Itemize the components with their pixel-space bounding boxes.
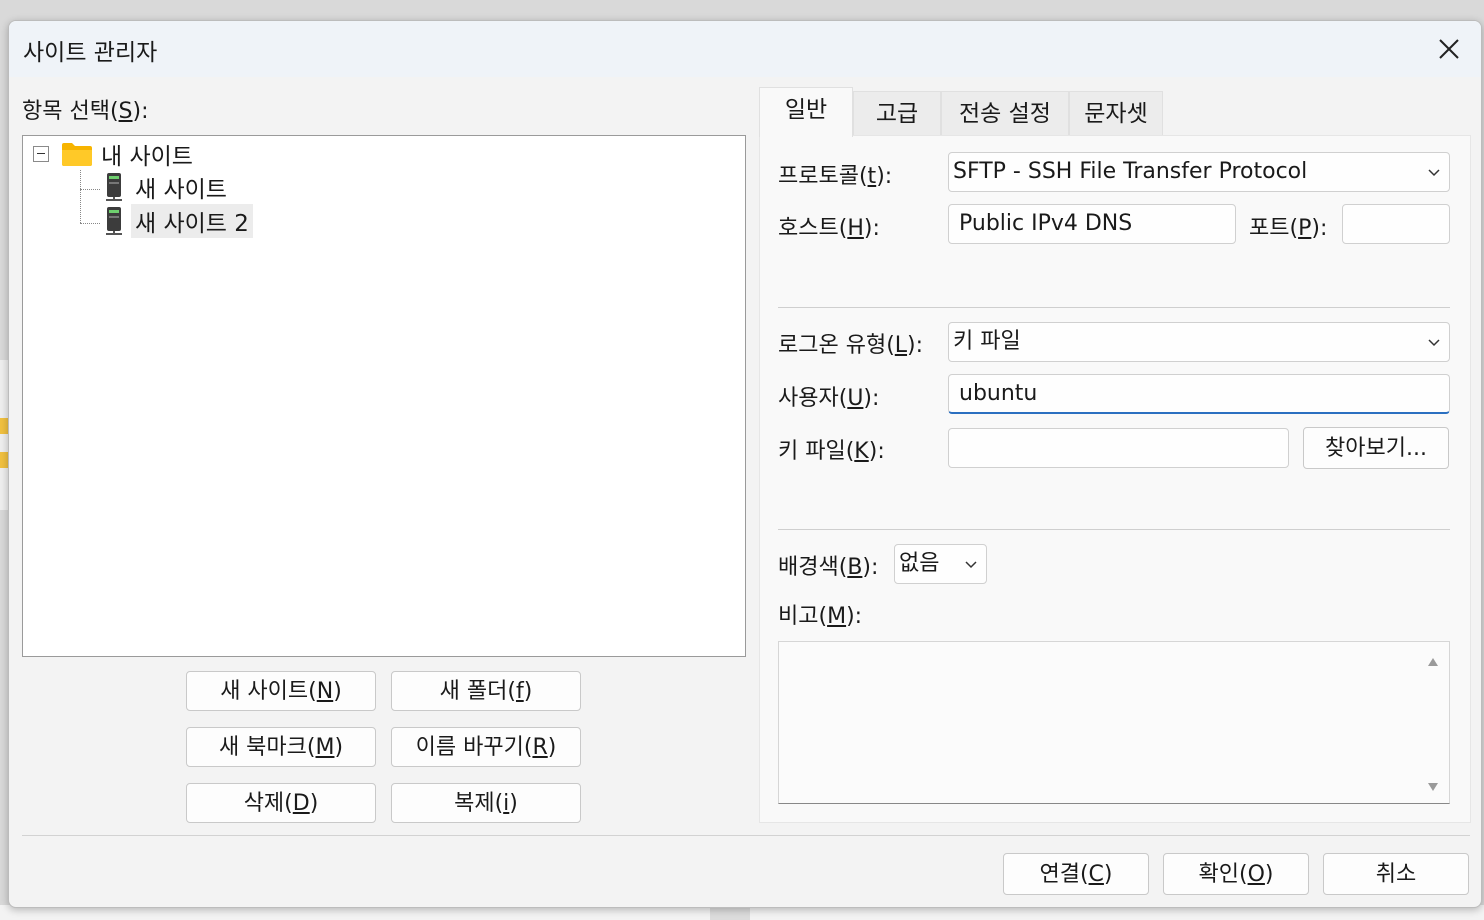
tree-item-label: 새 사이트 bbox=[135, 177, 227, 203]
new-bookmark-button[interactable]: 새 북마크(M) bbox=[186, 727, 376, 767]
scroll-up-icon[interactable] bbox=[1427, 656, 1439, 668]
host-input[interactable]: Public IPv4 DNS bbox=[948, 204, 1236, 244]
new-folder-button[interactable]: 새 폴더(f) bbox=[391, 671, 581, 711]
protocol-label: 프로토콜(t): bbox=[778, 164, 893, 189]
tree-root-label: 내 사이트 bbox=[101, 144, 193, 170]
dialog-title: 사이트 관리자 bbox=[23, 40, 158, 66]
tab-general[interactable]: 일반 bbox=[759, 87, 853, 137]
tree-line bbox=[80, 170, 81, 223]
protocol-value: SFTP - SSH File Transfer Protocol bbox=[953, 159, 1308, 184]
key-file-label: 키 파일(K): bbox=[778, 439, 885, 464]
background-folder-icon bbox=[0, 452, 8, 468]
tree-line bbox=[80, 189, 100, 190]
user-input[interactable]: ubuntu bbox=[948, 374, 1450, 414]
close-icon bbox=[1439, 39, 1459, 59]
tree-line bbox=[80, 223, 100, 224]
server-icon bbox=[106, 207, 122, 235]
tree-item-label: 새 사이트 2 bbox=[131, 204, 253, 238]
logon-type-label: 로그온 유형(L): bbox=[778, 333, 924, 358]
logon-type-value: 키 파일 bbox=[953, 329, 1021, 354]
separator bbox=[778, 307, 1450, 308]
duplicate-button[interactable]: 복제(i) bbox=[391, 783, 581, 823]
tree-item-site[interactable]: 새 사이트 bbox=[103, 171, 227, 203]
rename-button[interactable]: 이름 바꾸기(R) bbox=[391, 727, 581, 767]
collapse-toggle[interactable] bbox=[33, 146, 49, 162]
tree-root-folder[interactable]: 내 사이트 bbox=[61, 138, 193, 170]
connect-button[interactable]: 연결(C) bbox=[1003, 853, 1149, 895]
cancel-button[interactable]: 취소 bbox=[1323, 853, 1469, 895]
user-label: 사용자(U): bbox=[778, 386, 880, 411]
new-site-button[interactable]: 새 사이트(N) bbox=[186, 671, 376, 711]
chevron-down-icon bbox=[1428, 169, 1440, 177]
chevron-down-icon bbox=[965, 561, 977, 569]
host-label: 호스트(H): bbox=[778, 216, 880, 241]
chevron-down-icon bbox=[1428, 339, 1440, 347]
bg-color-value: 없음 bbox=[899, 551, 940, 576]
key-file-input[interactable] bbox=[948, 428, 1289, 468]
footer-separator bbox=[22, 835, 1470, 836]
comments-label: 비고(M): bbox=[778, 604, 863, 629]
bg-color-select[interactable]: 없음 bbox=[894, 544, 987, 584]
background-folder-icon bbox=[0, 418, 8, 434]
ok-button[interactable]: 확인(O) bbox=[1163, 853, 1309, 895]
server-icon bbox=[106, 173, 122, 201]
folder-icon bbox=[62, 143, 92, 166]
tree-label: 항목 선택(S): bbox=[22, 99, 149, 124]
tab-charset[interactable]: 문자셋 bbox=[1069, 91, 1163, 135]
site-tree[interactable]: 내 사이트 새 사이트 새 사이트 2 bbox=[22, 135, 746, 657]
port-label: 포트(P): bbox=[1249, 216, 1328, 241]
port-input[interactable] bbox=[1342, 204, 1450, 244]
scroll-down-icon[interactable] bbox=[1427, 781, 1439, 793]
separator bbox=[778, 529, 1450, 530]
tree-item-site-selected[interactable]: 새 사이트 2 bbox=[103, 204, 253, 238]
tab-advanced[interactable]: 고급 bbox=[853, 91, 941, 135]
delete-button[interactable]: 삭제(D) bbox=[186, 783, 376, 823]
bg-color-label: 배경색(B): bbox=[778, 555, 879, 580]
site-manager-dialog: 사이트 관리자 항목 선택(S): 내 사이트 새 사이트 새 사이트 2 새 … bbox=[8, 20, 1482, 908]
logon-type-select[interactable]: 키 파일 bbox=[948, 322, 1450, 362]
close-button[interactable] bbox=[1431, 31, 1467, 67]
title-bar: 사이트 관리자 bbox=[9, 21, 1481, 77]
tab-transfer-settings[interactable]: 전송 설정 bbox=[941, 91, 1069, 135]
browse-button[interactable]: 찾아보기... bbox=[1303, 427, 1449, 469]
comments-textarea[interactable] bbox=[778, 641, 1450, 804]
protocol-select[interactable]: SFTP - SSH File Transfer Protocol bbox=[948, 152, 1450, 192]
